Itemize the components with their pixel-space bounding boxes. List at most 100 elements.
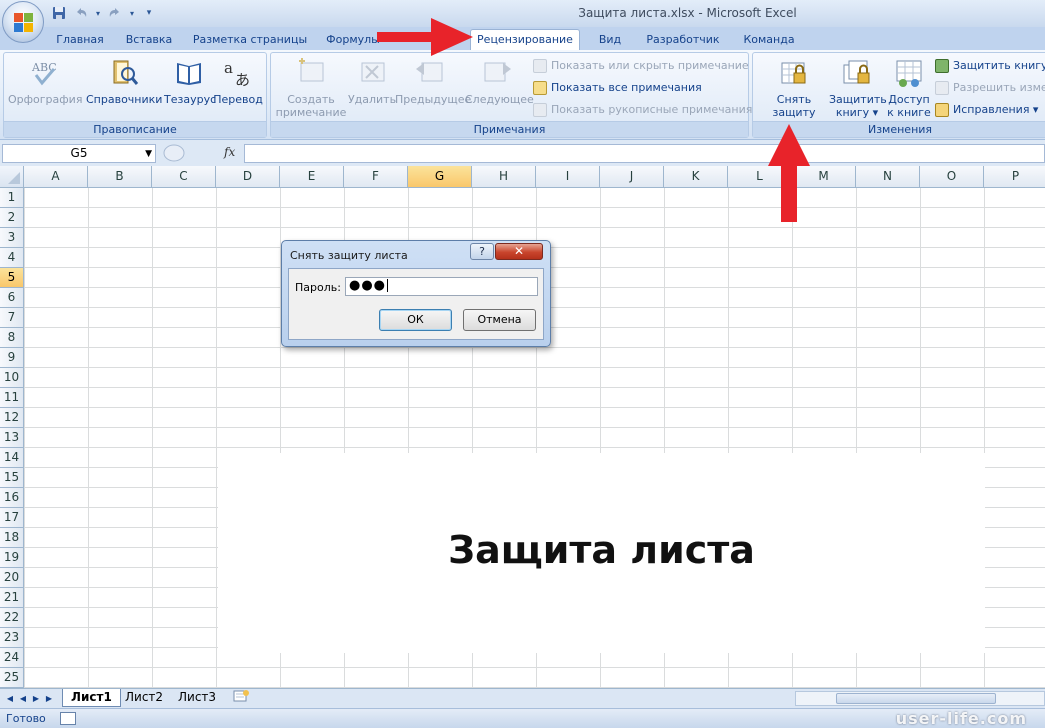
row-header-20[interactable]: 20: [0, 568, 24, 588]
row-header-12[interactable]: 12: [0, 408, 24, 428]
row-header-1[interactable]: 1: [0, 188, 24, 208]
column-header-b[interactable]: B: [88, 166, 152, 188]
show-ink-label: Показать рукописные примечания: [551, 103, 753, 116]
insert-function-icon[interactable]: fx: [224, 145, 235, 159]
password-input[interactable]: ●●●: [345, 277, 538, 296]
help-button[interactable]: ?: [470, 243, 494, 260]
row-header-5[interactable]: 5: [0, 268, 24, 288]
delete-comment-button[interactable]: Удалить: [347, 57, 397, 106]
column-header-e[interactable]: E: [280, 166, 344, 188]
research-button[interactable]: Справочники: [86, 57, 162, 106]
ok-button[interactable]: ОК: [379, 309, 452, 331]
row-header-11[interactable]: 11: [0, 388, 24, 408]
tab-developer[interactable]: Разработчик: [640, 31, 726, 50]
formula-bar-resize-icon: [163, 144, 185, 162]
column-header-d[interactable]: D: [216, 166, 280, 188]
column-header-c[interactable]: C: [152, 166, 216, 188]
office-logo-icon: [14, 13, 33, 32]
column-header-k[interactable]: K: [664, 166, 728, 188]
track-changes-button[interactable]: Исправления ▾: [935, 101, 1038, 119]
show-hide-comment-button[interactable]: Показать или скрыть примечание: [533, 57, 749, 75]
row-header-10[interactable]: 10: [0, 368, 24, 388]
row-header-2[interactable]: 2: [0, 208, 24, 228]
translate-button[interactable]: aあ Перевод: [212, 57, 264, 106]
ribbon-tabs: Главная Вставка Разметка страницы Формул…: [0, 27, 1045, 51]
next-comment-button[interactable]: Следующее: [465, 57, 534, 106]
row-header-25[interactable]: 25: [0, 668, 24, 688]
row-header-3[interactable]: 3: [0, 228, 24, 248]
column-header-f[interactable]: F: [344, 166, 408, 188]
scrollbar-thumb[interactable]: [836, 693, 996, 704]
tab-view[interactable]: Вид: [590, 31, 630, 50]
next-sheet-icon[interactable]: ▶: [30, 692, 42, 705]
row-header-6[interactable]: 6: [0, 288, 24, 308]
row-header-7[interactable]: 7: [0, 308, 24, 328]
row-header-4[interactable]: 4: [0, 248, 24, 268]
allow-edit-ranges-button[interactable]: Разрешить измен: [935, 79, 1045, 97]
spelling-button[interactable]: ABC Орфография: [8, 57, 82, 106]
previous-comment-button[interactable]: Предыдущее: [395, 57, 471, 106]
row-header-17[interactable]: 17: [0, 508, 24, 528]
column-header-n[interactable]: N: [856, 166, 920, 188]
dialog-title: Снять защиту листа: [290, 249, 408, 262]
name-box-value: G5: [70, 146, 88, 160]
show-ink-button[interactable]: Показать рукописные примечания: [533, 101, 752, 119]
previous-comment-icon: [414, 57, 446, 89]
row-header-16[interactable]: 16: [0, 488, 24, 508]
macro-record-icon[interactable]: [60, 712, 76, 725]
thesaurus-button[interactable]: Тезаурус: [164, 57, 216, 106]
research-label: Справочники: [86, 93, 163, 106]
sheet-tab-3[interactable]: Лист3: [170, 689, 224, 707]
row-header-18[interactable]: 18: [0, 528, 24, 548]
thesaurus-icon: [173, 57, 205, 89]
close-button[interactable]: ✕: [495, 243, 543, 260]
share-workbook-button[interactable]: Доступ к книге: [885, 57, 933, 119]
insert-sheet-button[interactable]: [224, 689, 258, 707]
tab-team[interactable]: Команда: [738, 31, 800, 50]
show-hide-comment-label: Показать или скрыть примечание: [551, 59, 749, 72]
protect-workbook-button[interactable]: Защитить книгу ▾: [829, 57, 887, 119]
column-header-j[interactable]: J: [600, 166, 664, 188]
row-header-13[interactable]: 13: [0, 428, 24, 448]
row-header-19[interactable]: 19: [0, 548, 24, 568]
row-header-23[interactable]: 23: [0, 628, 24, 648]
row-header-24[interactable]: 24: [0, 648, 24, 668]
row-header-9[interactable]: 9: [0, 348, 24, 368]
column-header-p[interactable]: P: [984, 166, 1045, 188]
horizontal-scrollbar[interactable]: [795, 691, 1045, 706]
tab-review[interactable]: Рецензирование: [470, 29, 580, 51]
last-sheet-icon[interactable]: ▶: [43, 692, 55, 705]
column-header-h[interactable]: H: [472, 166, 536, 188]
office-button[interactable]: [2, 1, 44, 43]
new-comment-button[interactable]: Создать примечание: [275, 57, 347, 119]
cancel-button[interactable]: Отмена: [463, 309, 536, 331]
select-all-button[interactable]: [0, 166, 24, 188]
ink-icon: [533, 103, 547, 117]
first-sheet-icon[interactable]: ◀: [4, 692, 16, 705]
previous-sheet-icon[interactable]: ◀: [17, 692, 29, 705]
tab-insert[interactable]: Вставка: [118, 31, 180, 50]
next-comment-label: Следующее: [465, 93, 534, 106]
tab-home[interactable]: Главная: [48, 31, 112, 50]
column-header-i[interactable]: I: [536, 166, 600, 188]
status-bar: Готово user-life.com: [0, 708, 1045, 728]
chevron-down-icon[interactable]: ▼: [145, 146, 152, 163]
sheet-tab-2[interactable]: Лист2: [117, 689, 171, 707]
sheet-tab-1[interactable]: Лист1: [62, 689, 121, 707]
column-header-a[interactable]: A: [24, 166, 88, 188]
row-header-15[interactable]: 15: [0, 468, 24, 488]
row-header-22[interactable]: 22: [0, 608, 24, 628]
tab-page-layout[interactable]: Разметка страницы: [190, 31, 310, 50]
formula-input[interactable]: [244, 144, 1045, 163]
row-header-21[interactable]: 21: [0, 588, 24, 608]
allow-edit-icon: [935, 81, 949, 95]
name-box[interactable]: G5 ▼: [2, 144, 156, 163]
column-header-g[interactable]: G: [408, 166, 472, 188]
research-icon: [108, 57, 140, 89]
protect-and-share-button[interactable]: Защитить книгу и: [935, 57, 1045, 75]
row-header-14[interactable]: 14: [0, 448, 24, 468]
row-header-8[interactable]: 8: [0, 328, 24, 348]
column-header-o[interactable]: O: [920, 166, 984, 188]
protect-workbook-label-2: книгу ▾: [835, 106, 879, 119]
show-all-comments-button[interactable]: Показать все примечания: [533, 79, 702, 97]
